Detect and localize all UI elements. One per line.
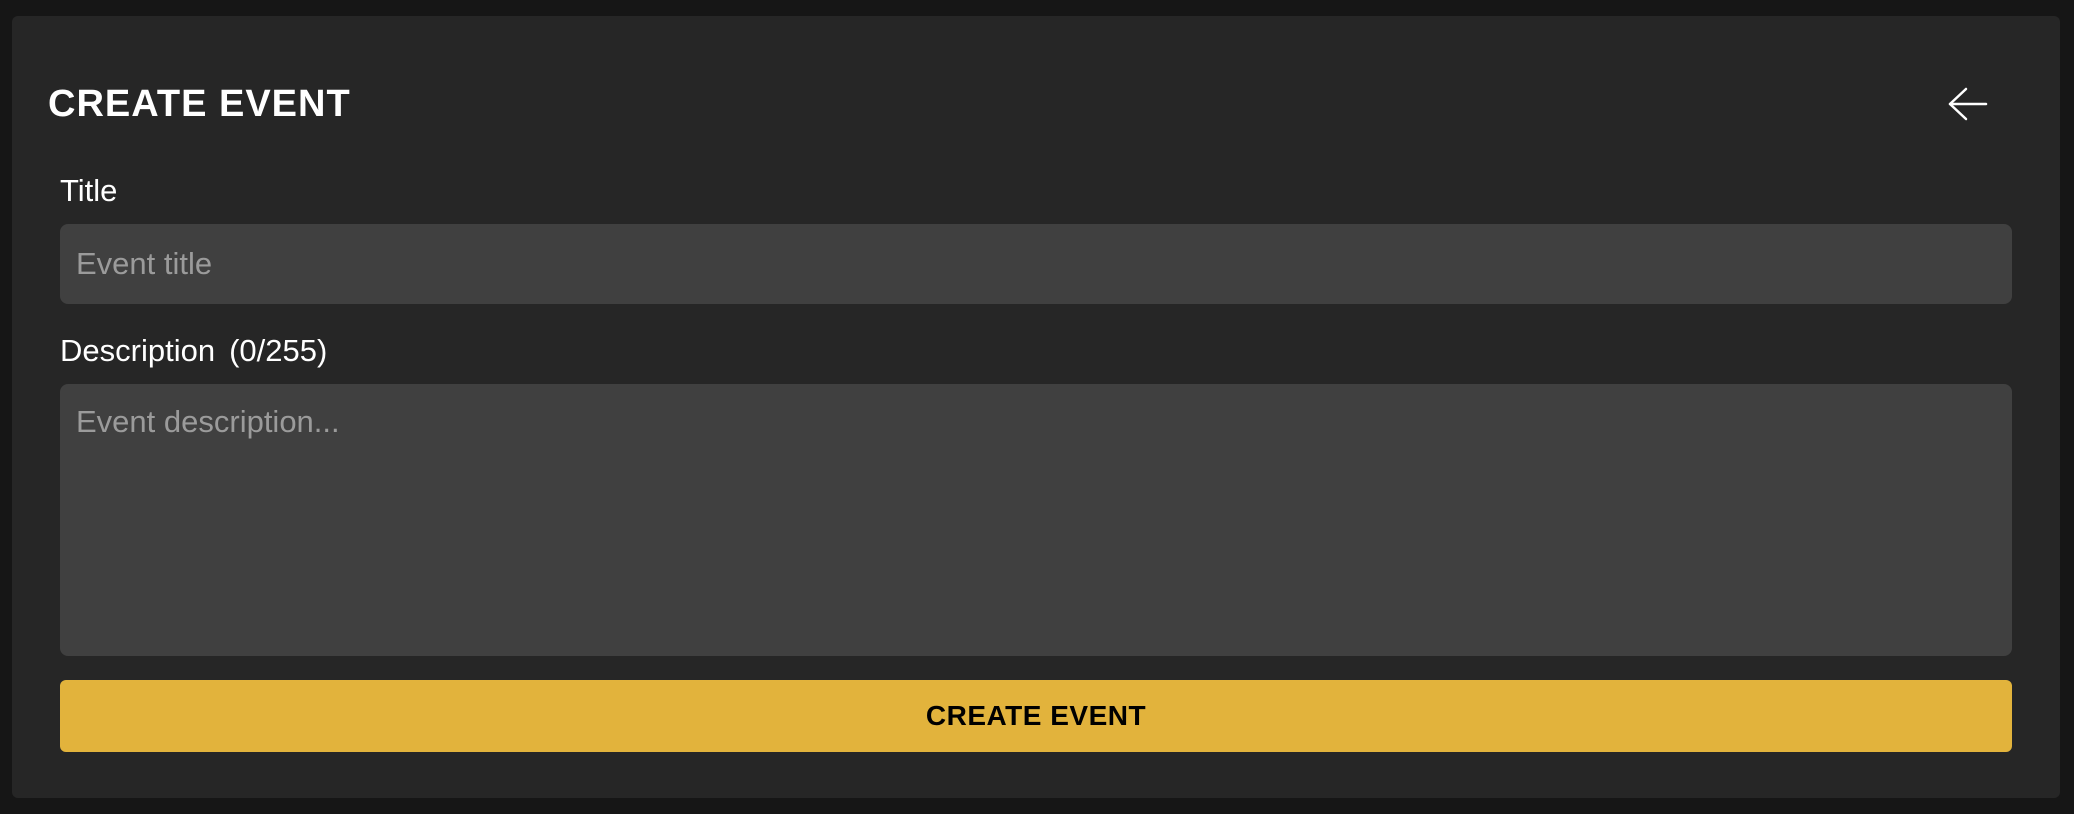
title-input[interactable] (60, 224, 2012, 304)
description-input[interactable] (60, 384, 2012, 656)
arrow-left-icon (1948, 87, 1988, 121)
page-title: CREATE EVENT (48, 83, 351, 125)
back-button[interactable] (1936, 78, 2000, 130)
description-label-row: Description (0/255) (60, 331, 327, 371)
title-label: Title (60, 173, 118, 208)
header: CREATE EVENT (48, 78, 2000, 130)
description-label: Description (60, 333, 216, 368)
create-event-button[interactable]: CREATE EVENT (60, 680, 2012, 752)
description-char-count: (0/255) (229, 333, 328, 368)
